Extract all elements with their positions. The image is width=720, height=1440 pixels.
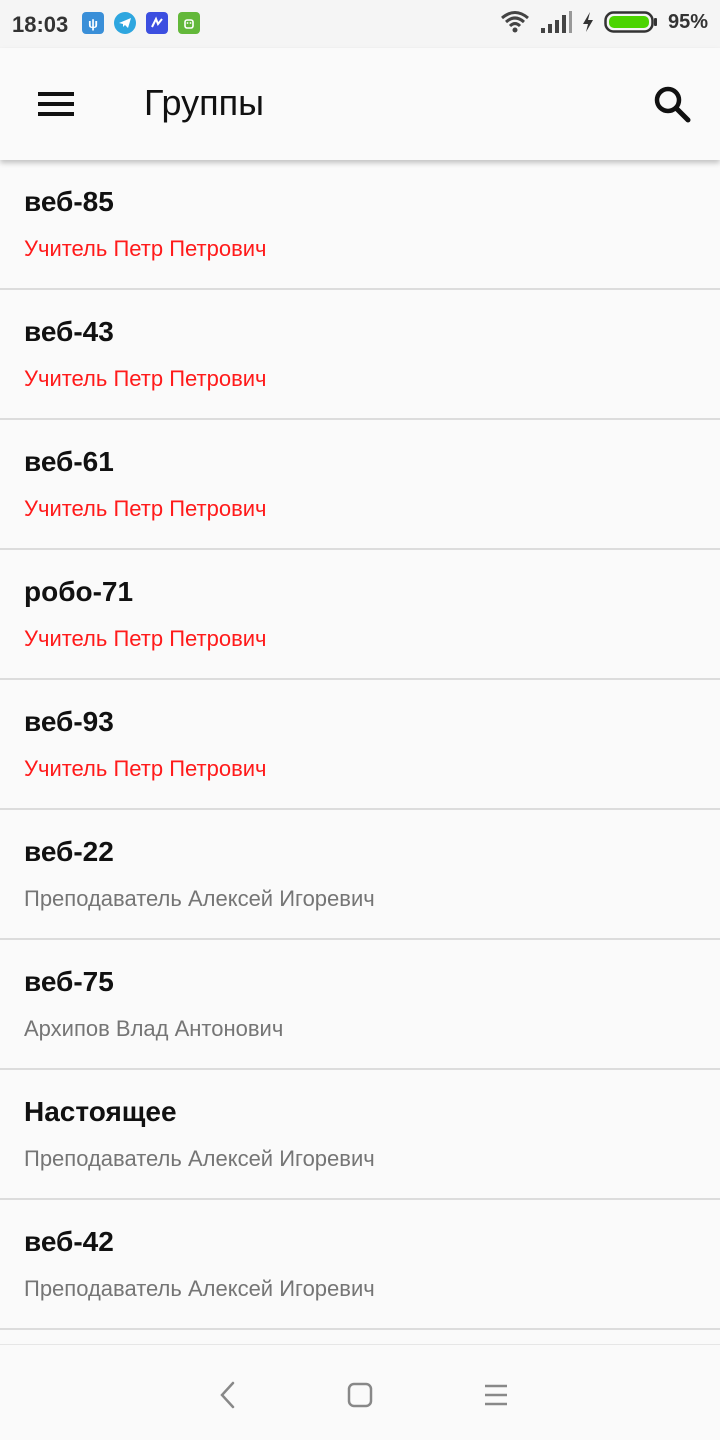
status-time: 18:03 [12, 12, 69, 37]
group-teacher: Учитель Петр Петрович [24, 366, 267, 391]
page-title: Группы [144, 82, 264, 123]
group-name: веб-22 [24, 836, 114, 867]
list-item[interactable]: веб-85 Учитель Петр Петрович [0, 160, 720, 290]
group-teacher: Учитель Петр Петрович [24, 496, 267, 521]
recents-icon[interactable] [476, 1375, 516, 1415]
battery-icon [604, 11, 657, 33]
group-name: веб-61 [24, 446, 114, 477]
group-teacher: Учитель Петр Петрович [24, 626, 267, 651]
group-teacher: Преподаватель Алексей Игоревич [24, 1276, 375, 1301]
usb-icon: ψ [82, 12, 104, 34]
list-item[interactable]: веб-42 Преподаватель Алексей Игоревич [0, 1200, 720, 1330]
list-item[interactable]: веб-93 Учитель Петр Петрович [0, 680, 720, 810]
android-icon [178, 12, 200, 34]
status-bar: 18:03 ψ 95% [0, 0, 720, 48]
app-icon [146, 12, 168, 34]
group-name: веб-85 [24, 186, 114, 217]
list-item[interactable]: Настоящее Преподаватель Алексей Игоревич [0, 1070, 720, 1200]
group-name: веб-43 [24, 316, 114, 347]
group-teacher: Учитель Петр Петрович [24, 756, 267, 781]
group-list: веб-85 Учитель Петр Петрович веб-43 Учитель… [0, 160, 720, 1344]
charging-icon [582, 12, 593, 32]
list-item[interactable] [0, 1330, 720, 1344]
group-name: веб-42 [24, 1226, 114, 1257]
battery-percent: 95% [667, 10, 708, 33]
group-name: веб-93 [24, 706, 114, 737]
group-teacher: Архипов Влад Антонович [24, 1016, 284, 1041]
list-item[interactable]: веб-43 Учитель Петр Петрович [0, 290, 720, 420]
hamburger-menu-icon[interactable] [30, 84, 78, 124]
search-icon[interactable] [648, 80, 696, 128]
group-teacher: Преподаватель Алексей Игоревич [24, 886, 375, 911]
system-nav-bar [0, 1344, 720, 1440]
group-name: Настоящее [24, 1096, 177, 1127]
wifi-icon [501, 11, 529, 33]
group-teacher: Преподаватель Алексей Игоревич [24, 1146, 375, 1171]
group-teacher: Учитель Петр Петрович [24, 236, 267, 261]
telegram-icon [114, 12, 136, 34]
notification-icons: ψ [82, 12, 200, 34]
app-bar: Группы [0, 48, 720, 160]
back-icon[interactable] [208, 1375, 248, 1415]
list-item[interactable]: робо-71 Учитель Петр Петрович [0, 550, 720, 680]
group-name: веб-75 [24, 966, 114, 997]
list-item[interactable]: веб-61 Учитель Петр Петрович [0, 420, 720, 550]
group-name: робо-71 [24, 576, 134, 607]
signal-icon [540, 11, 572, 33]
list-item[interactable]: веб-75 Архипов Влад Антонович [0, 940, 720, 1070]
list-item[interactable]: веб-22 Преподаватель Алексей Игоревич [0, 810, 720, 940]
status-indicators: 95% [500, 10, 708, 34]
home-icon[interactable] [340, 1375, 380, 1415]
